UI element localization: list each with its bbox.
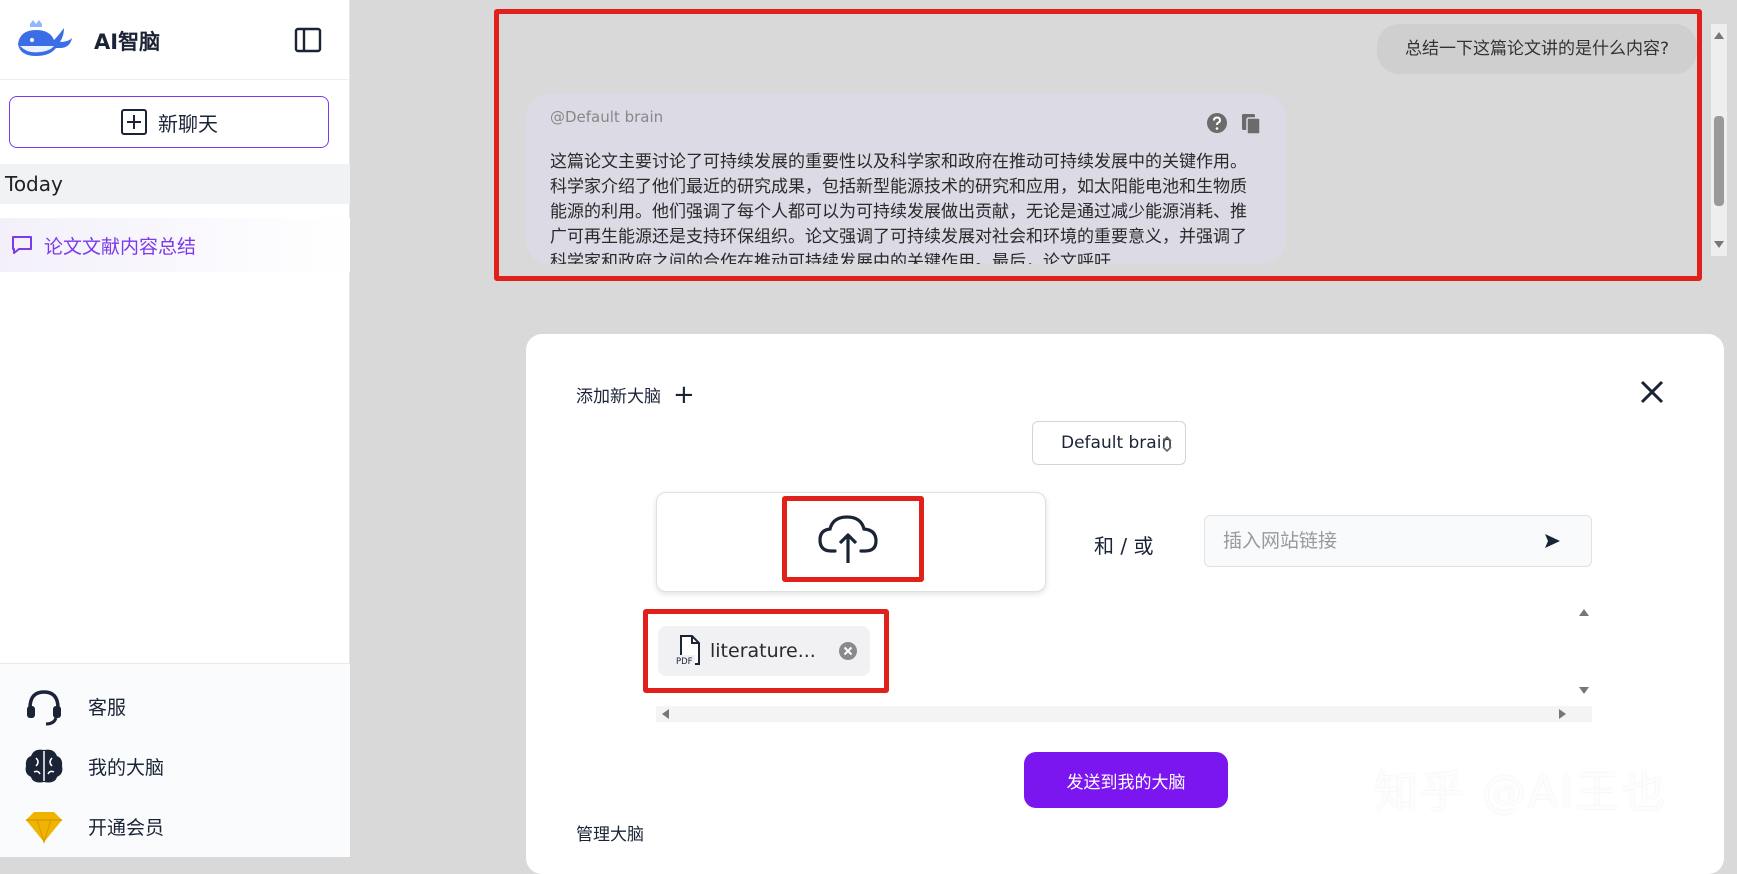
diamond-icon xyxy=(26,812,62,844)
conversation-label: 论文文献内容总结 xyxy=(44,235,197,258)
sidebar-footer: 客服 我的大脑 开通会员 xyxy=(0,663,350,857)
plus-square-icon xyxy=(121,109,147,135)
files-scroll-down-arrow[interactable] xyxy=(1579,687,1589,694)
headset-icon xyxy=(27,690,61,726)
customer-service-label: 客服 xyxy=(88,696,127,719)
new-chat-label: 新聊天 xyxy=(158,111,218,136)
brain-icon xyxy=(25,749,63,783)
brain-select-value: Default brain xyxy=(1061,433,1173,453)
files-scroll-left-arrow[interactable] xyxy=(662,709,669,719)
close-icon[interactable] xyxy=(1638,378,1666,406)
and-or-label: 和 / 或 xyxy=(1094,534,1154,558)
membership-label: 开通会员 xyxy=(88,816,165,839)
file-highlight-box xyxy=(643,609,889,693)
scroll-down-arrow[interactable] xyxy=(1714,241,1724,248)
scroll-thumb[interactable] xyxy=(1714,116,1724,206)
files-scroll-up-arrow[interactable] xyxy=(1579,609,1589,616)
conversation-item[interactable]: 论文文献内容总结 xyxy=(0,218,350,272)
app-name: AI智脑 xyxy=(94,30,161,54)
manage-brain-link[interactable]: 管理大脑 xyxy=(576,820,644,845)
url-input[interactable] xyxy=(1204,515,1592,567)
files-vertical-scrollbar[interactable] xyxy=(1576,602,1592,700)
send-to-brain-button[interactable]: 发送到我的大脑 xyxy=(1024,752,1228,808)
brain-select[interactable]: Default brain xyxy=(1032,421,1186,465)
add-brain-button[interactable]: 添加新大脑 + xyxy=(576,379,695,410)
sidebar: AI智脑 新聊天 Today 论文文献内容总结 客服 我的大脑 开通会员 xyxy=(0,0,350,857)
upload-highlight-box xyxy=(782,496,924,582)
send-arrow-icon[interactable] xyxy=(1542,531,1562,551)
chat-bubble-icon xyxy=(12,236,32,254)
scroll-up-arrow[interactable] xyxy=(1714,32,1724,39)
watermark: 知乎 @AI王也 xyxy=(1374,767,1668,818)
my-brain-link[interactable]: 我的大脑 xyxy=(22,744,164,788)
my-brain-label: 我的大脑 xyxy=(88,756,165,779)
plus-icon: + xyxy=(673,379,695,410)
sidebar-toggle-icon[interactable] xyxy=(294,27,322,53)
chevron-updown-icon xyxy=(1162,435,1172,453)
files-scroll-right-arrow[interactable] xyxy=(1559,709,1566,719)
chat-scrollbar[interactable] xyxy=(1711,24,1727,256)
whale-logo-icon xyxy=(18,20,72,56)
customer-service-link[interactable]: 客服 xyxy=(22,684,126,728)
membership-link[interactable]: 开通会员 xyxy=(22,804,164,848)
sidebar-header: AI智脑 xyxy=(0,0,350,80)
add-brain-label: 添加新大脑 xyxy=(576,387,661,407)
files-horizontal-scrollbar[interactable] xyxy=(656,706,1592,722)
chat-highlight-box xyxy=(494,9,1702,281)
new-chat-button[interactable]: 新聊天 xyxy=(9,96,329,148)
section-today: Today xyxy=(0,164,350,204)
